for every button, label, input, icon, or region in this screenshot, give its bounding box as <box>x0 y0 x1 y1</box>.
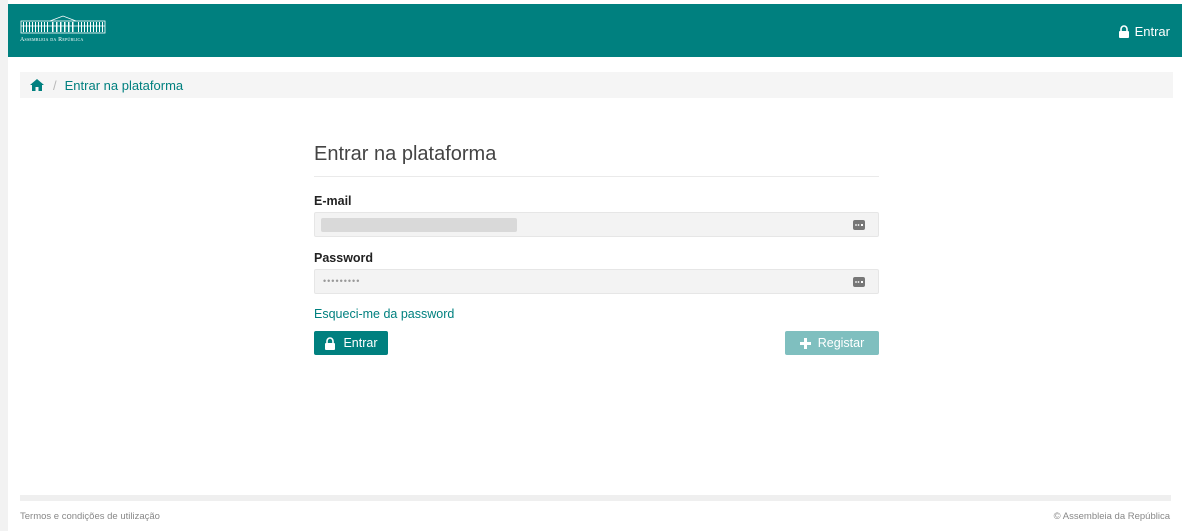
register-button-label: Registar <box>817 336 865 350</box>
header-login-link[interactable]: Entrar <box>1118 21 1170 41</box>
email-label: E-mail <box>314 194 352 208</box>
login-panel: Entrar na plataforma E-mail Password •••… <box>314 139 879 355</box>
forgot-password-link[interactable]: Esqueci-me da password <box>314 306 879 322</box>
plus-icon <box>799 337 811 349</box>
breadcrumb: / Entrar na plataforma <box>20 72 1173 98</box>
email-redacted-value <box>321 218 517 232</box>
breadcrumb-current: Entrar na plataforma <box>64 77 184 93</box>
page: Assembleia da República Entrar / Entrar … <box>0 0 1182 531</box>
left-rail <box>0 0 8 531</box>
register-button[interactable]: Registar <box>785 331 879 355</box>
password-field[interactable]: ••••••••• <box>323 276 360 286</box>
password-manager-icon[interactable] <box>853 277 865 287</box>
lock-icon <box>325 336 336 350</box>
lock-icon <box>1118 24 1129 38</box>
password-manager-icon[interactable] <box>853 220 865 230</box>
header-login-label: Entrar <box>1134 23 1170 39</box>
top-header: Assembleia da República Entrar <box>8 4 1182 57</box>
terms-link[interactable]: Termos e condições de utilização <box>20 511 160 522</box>
login-title: Entrar na plataforma <box>314 139 879 177</box>
copyright-text: © Assembleia da República <box>1053 511 1170 522</box>
password-field-wrapper[interactable]: ••••••••• <box>314 269 879 294</box>
breadcrumb-separator: / <box>53 77 57 93</box>
email-field-wrapper <box>314 212 879 237</box>
login-button-label: Entrar <box>343 336 378 350</box>
footer-divider <box>20 495 1171 501</box>
home-icon[interactable] <box>30 79 44 91</box>
form-actions: Entrar Registar <box>314 331 879 355</box>
parliament-building-icon <box>20 15 106 34</box>
logo-wordmark: Assembleia da República <box>20 37 84 43</box>
password-label: Password <box>314 251 374 265</box>
login-button[interactable]: Entrar <box>314 331 388 355</box>
assembleia-logo[interactable]: Assembleia da República <box>20 15 120 47</box>
